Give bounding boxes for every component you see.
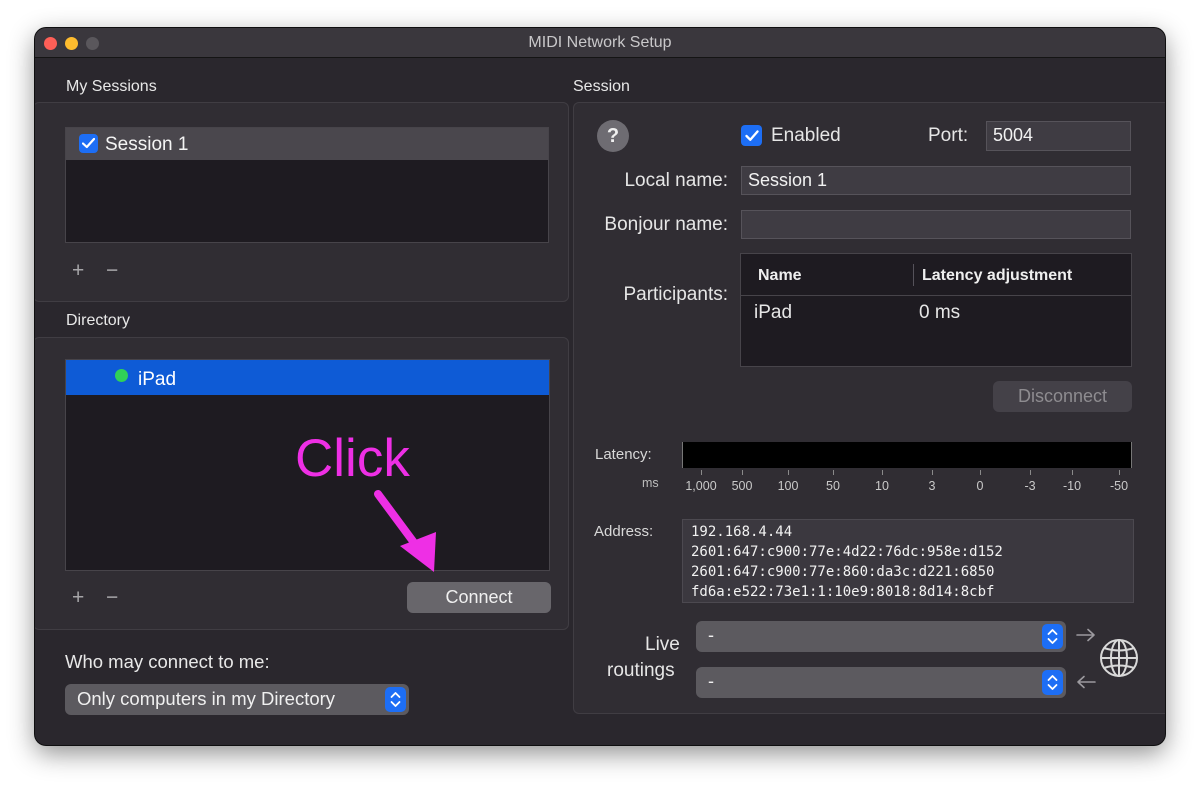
session-row[interactable]: Session 1 (66, 128, 548, 160)
connect-button[interactable]: Connect (407, 582, 551, 613)
participants-table[interactable]: Name Latency adjustment iPad 0 ms (740, 253, 1132, 367)
checkmark-icon (82, 138, 95, 149)
enabled-checkbox[interactable] (741, 125, 762, 146)
port-field[interactable]: 5004 (986, 121, 1131, 151)
local-name-label: Local name: (624, 170, 728, 191)
column-name-header[interactable]: Name (758, 267, 802, 285)
access-popup[interactable]: Only computers in my Directory (65, 684, 409, 715)
updown-chevron-icon (385, 687, 406, 712)
latency-tick-mark (1072, 470, 1073, 475)
routing-out-popup[interactable]: - (696, 667, 1066, 698)
latency-tick-label: 0 (976, 479, 984, 493)
participants-label: Participants: (623, 284, 728, 305)
latency-tick-mark (788, 470, 789, 475)
click-annotation: Click (295, 429, 410, 488)
column-latency-header[interactable]: Latency adjustment (922, 267, 1072, 285)
title-bar: MIDI Network Setup (35, 28, 1165, 58)
checkmark-icon (744, 129, 759, 141)
address-line: 2601:647:c900:77e:860:da3c:d221:6850 (691, 564, 995, 580)
latency-tick-mark (742, 470, 743, 475)
participant-row[interactable]: iPad 0 ms (741, 297, 1131, 329)
session-heading: Session (573, 78, 630, 95)
local-name-field[interactable]: Session 1 (741, 166, 1131, 195)
latency-tick-mark (701, 470, 702, 475)
session-label: Session 1 (105, 134, 189, 155)
live-routings-label-line2: routings (607, 660, 675, 681)
participants-header: Name Latency adjustment (741, 254, 1131, 296)
latency-tick-mark (932, 470, 933, 475)
latency-meter (682, 442, 1132, 468)
latency-tick-mark (1030, 470, 1031, 475)
remove-session-button[interactable]: − (106, 259, 118, 283)
updown-chevron-icon (1042, 670, 1063, 695)
latency-tick-label: -10 (1062, 479, 1082, 493)
address-line: 2601:647:c900:77e:4d22:76dc:958e:d152 (691, 544, 1003, 560)
address-label: Address: (594, 523, 654, 540)
address-list: 192.168.4.44 2601:647:c900:77e:4d22:76dc… (682, 519, 1134, 603)
address-line: fd6a:e522:73e1:1:10e9:8018:8d14:8cbf (691, 584, 995, 600)
bonjour-name-field[interactable] (741, 210, 1131, 239)
access-label: Who may connect to me: (65, 651, 270, 672)
directory-item-label: iPad (138, 369, 177, 390)
latency-tick-mark (833, 470, 834, 475)
latency-tick-label: -3 (1024, 479, 1036, 493)
my-sessions-group: Session 1 + − (35, 102, 569, 302)
disconnect-button[interactable]: Disconnect (993, 381, 1132, 412)
add-session-button[interactable]: + (72, 259, 84, 283)
my-sessions-heading: My Sessions (66, 78, 157, 95)
directory-row[interactable]: iPad (66, 360, 549, 395)
arrow-left-icon (1077, 675, 1096, 689)
routing-in-popup[interactable]: - (696, 621, 1066, 652)
latency-tick-label: 1,000 (685, 479, 717, 493)
participant-name: iPad (754, 302, 793, 323)
latency-tick-label: 50 (826, 479, 840, 493)
latency-tick-label: 100 (777, 479, 799, 493)
add-directory-button[interactable]: + (72, 586, 84, 610)
access-selected: Only computers in my Directory (77, 688, 336, 709)
annotation-arrow-icon (374, 490, 436, 572)
latency-tick-mark (980, 470, 981, 475)
latency-tick-label: -50 (1109, 479, 1129, 493)
remove-directory-button[interactable]: − (106, 586, 118, 610)
latency-tick-label: 500 (731, 479, 753, 493)
arrow-right-icon (1076, 628, 1095, 642)
column-divider (913, 264, 914, 286)
session-enabled-checkbox[interactable] (79, 134, 98, 153)
status-dot-icon (115, 369, 128, 382)
directory-heading: Directory (66, 312, 131, 329)
routing-in-value: - (708, 625, 714, 645)
help-button[interactable]: ? (597, 120, 629, 152)
latency-unit: ms (642, 476, 659, 490)
enabled-label: Enabled (771, 125, 841, 146)
routing-out-value: - (708, 671, 714, 691)
midi-network-setup-window: MIDI Network Setup My Sessions Session 1… (35, 28, 1165, 745)
latency-tick-label: 3 (928, 479, 936, 493)
session-group: ? Enabled Port: 5004 Local name: Session… (573, 102, 1165, 714)
latency-tick-label: 10 (875, 479, 889, 493)
window-title: MIDI Network Setup (528, 34, 672, 51)
port-label: Port: (928, 125, 969, 146)
sessions-list[interactable]: Session 1 (65, 127, 549, 243)
address-line: 192.168.4.44 (691, 524, 793, 540)
globe-icon (1100, 639, 1138, 677)
participant-latency: 0 ms (919, 302, 961, 323)
live-routings-label-line1: Live (645, 634, 680, 655)
latency-tick-mark (882, 470, 883, 475)
bonjour-name-label: Bonjour name: (604, 214, 728, 235)
updown-chevron-icon (1042, 624, 1063, 649)
latency-label: Latency: (595, 446, 652, 463)
latency-tick-mark (1119, 470, 1120, 475)
